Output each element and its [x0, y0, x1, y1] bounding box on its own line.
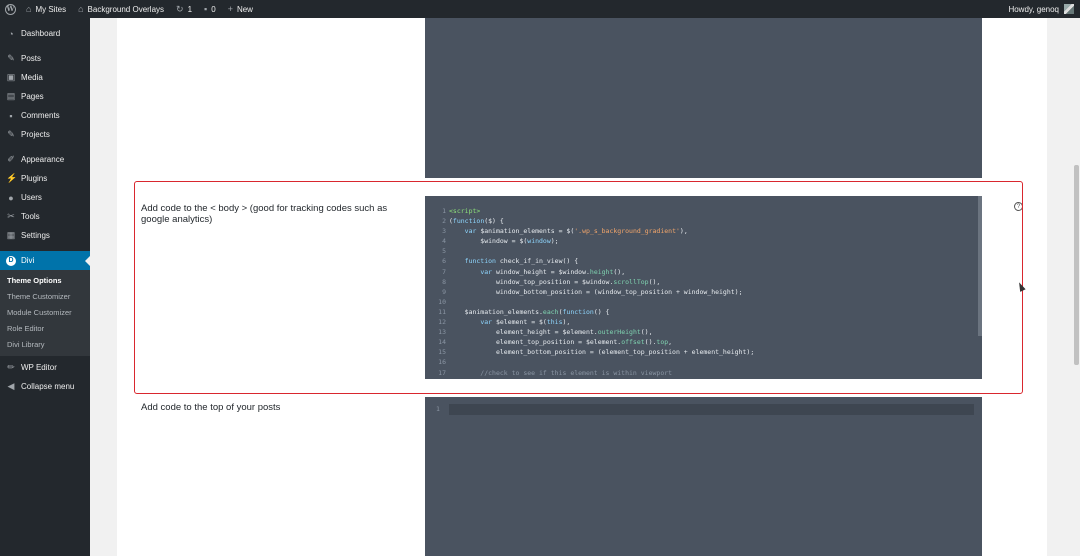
- sites-icon: ⌂: [26, 3, 32, 14]
- media-icon: ▣: [6, 72, 16, 82]
- collapse-label: Collapse menu: [21, 382, 75, 391]
- new-content-link[interactable]: + New: [222, 0, 259, 18]
- account-menu[interactable]: Howdy, genoq: [1008, 4, 1080, 14]
- admin-sidebar: ◔ Dashboard ✎ Posts ▣ Media ▤ Pages ▪ Comment…: [0, 18, 90, 556]
- submenu-theme-options[interactable]: Theme Options: [0, 272, 90, 288]
- divi-submenu: Theme Options Theme Customizer Module Cu…: [0, 270, 90, 356]
- gauge-icon: ◔: [8, 28, 14, 39]
- sidebar-item-tools[interactable]: ✂ Tools: [0, 207, 90, 226]
- settings-icon: ▦: [6, 230, 16, 240]
- sidebar-item-label: Plugins: [21, 174, 48, 183]
- submenu-divi-library[interactable]: Divi Library: [0, 336, 90, 352]
- updates-count: 1: [187, 4, 193, 14]
- top-posts-code-label: Add code to the top of your posts: [141, 402, 281, 413]
- submenu-theme-customizer[interactable]: Theme Customizer: [0, 288, 90, 304]
- sidebar-item-divi[interactable]: D Divi: [0, 251, 90, 270]
- admin-bar: ⌂My Sites ⌂Background Overlays ↻1 ▪0 +Ne…: [0, 0, 1080, 18]
- site-name-link[interactable]: ⌂ Background Overlays: [72, 0, 170, 18]
- sidebar-item-label: Comments: [21, 111, 60, 120]
- sidebar-item-label: Dashboard: [21, 29, 61, 38]
- home-icon: ⌂: [78, 3, 84, 14]
- sidebar-item-label: Users: [21, 193, 42, 202]
- sidebar-item-comments[interactable]: ▪ Comments: [0, 106, 90, 125]
- sidebar-item-label: Pages: [21, 92, 44, 101]
- pin-icon: ✎: [7, 53, 15, 63]
- active-line: [449, 404, 974, 415]
- sidebar-item-posts[interactable]: ✎ Posts: [0, 49, 90, 68]
- updates-link[interactable]: ↻ 1: [170, 0, 198, 18]
- highlight-box: [134, 181, 1023, 394]
- sidebar-item-label: WP Editor: [21, 363, 57, 372]
- avatar: [1064, 4, 1074, 14]
- sidebar-item-projects[interactable]: ✎ Projects: [0, 125, 90, 144]
- comment-icon: ▪: [9, 110, 13, 121]
- comment-bubble-icon: ▪: [204, 3, 208, 14]
- sidebar-item-label: Divi: [21, 256, 35, 265]
- plus-icon: +: [227, 3, 233, 14]
- sidebar-item-users[interactable]: ● Users: [0, 188, 90, 207]
- sidebar-item-label: Media: [21, 73, 43, 82]
- pin-icon: ✎: [7, 129, 15, 139]
- code-editor-top-posts[interactable]: [425, 397, 982, 556]
- my-sites-link[interactable]: ⌂ My Sites: [20, 0, 72, 18]
- sidebar-item-label: Posts: [21, 54, 42, 63]
- collapse-icon: ◀: [7, 381, 15, 391]
- submenu-role-editor[interactable]: Role Editor: [0, 320, 90, 336]
- user-icon: ●: [8, 192, 14, 203]
- pages-icon: ▤: [6, 91, 16, 101]
- plug-icon: ⚡: [6, 173, 18, 183]
- brush-icon: ✐: [7, 154, 15, 164]
- sidebar-item-label: Projects: [21, 130, 50, 139]
- code-editor-head[interactable]: [425, 18, 982, 178]
- sidebar-item-label: Appearance: [21, 155, 65, 164]
- comments-link[interactable]: ▪ 0: [198, 0, 222, 18]
- sidebar-item-wp-editor[interactable]: ✏ WP Editor: [0, 358, 90, 377]
- sidebar-item-label: Tools: [21, 212, 40, 221]
- howdy-text: Howdy, genoq: [1008, 4, 1059, 14]
- wordpress-logo-button[interactable]: [0, 0, 20, 18]
- refresh-icon: ↻: [176, 3, 184, 14]
- divi-icon: D: [6, 255, 16, 266]
- wordpress-icon: [4, 3, 16, 15]
- sidebar-item-settings[interactable]: ▦ Settings: [0, 226, 90, 245]
- my-sites-label: My Sites: [35, 4, 67, 14]
- wrench-icon: ✂: [7, 211, 15, 221]
- sidebar-item-label: Settings: [21, 231, 50, 240]
- collapse-menu-button[interactable]: ◀ Collapse menu: [0, 377, 90, 396]
- line-number: 1: [436, 405, 440, 413]
- sidebar-item-pages[interactable]: ▤ Pages: [0, 87, 90, 106]
- sidebar-item-plugins[interactable]: ⚡ Plugins: [0, 169, 90, 188]
- page-scrollbar[interactable]: [1074, 165, 1079, 365]
- sidebar-item-dashboard[interactable]: ◔ Dashboard: [0, 24, 90, 43]
- site-name-label: Background Overlays: [87, 4, 165, 14]
- new-label: New: [236, 4, 253, 14]
- sidebar-item-media[interactable]: ▣ Media: [0, 68, 90, 87]
- pencil-icon: ✏: [7, 362, 15, 372]
- comments-count: 0: [211, 4, 216, 14]
- submenu-module-customizer[interactable]: Module Customizer: [0, 304, 90, 320]
- sidebar-item-appearance[interactable]: ✐ Appearance: [0, 150, 90, 169]
